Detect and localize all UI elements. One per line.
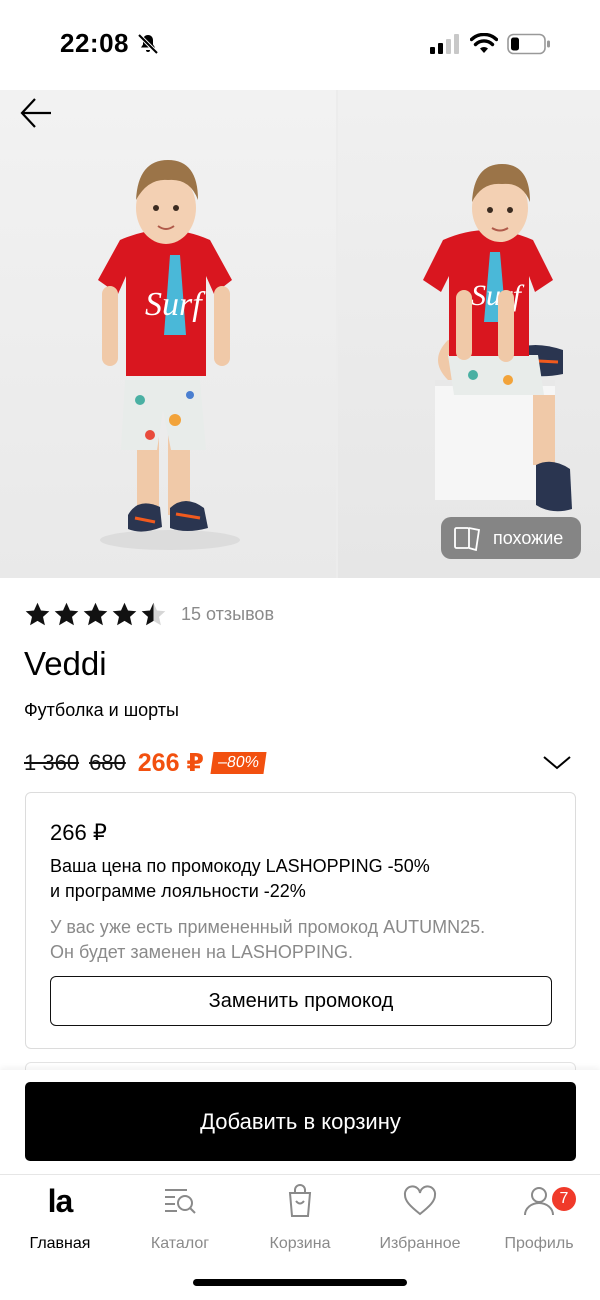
nav-catalog-label: Каталог — [150, 1235, 210, 1252]
similar-cards-icon — [454, 527, 481, 551]
shopping-bag-icon — [288, 1184, 312, 1217]
home-indicator — [193, 1279, 407, 1286]
heart-icon — [403, 1185, 437, 1216]
catalog-search-icon — [165, 1189, 196, 1214]
wifi-icon — [470, 33, 498, 53]
nav-home[interactable]: la Главная — [5, 1183, 115, 1253]
add-to-cart-bar: Добавить в корзину — [0, 1070, 600, 1174]
product-gallery[interactable]: Surf Surf — [0, 90, 600, 578]
promo-note: У вас уже есть примененный промокод AUTU… — [50, 915, 550, 965]
child-sitting-illustration: Surf — [423, 164, 572, 512]
reviews-count[interactable]: 15 отзывов — [181, 604, 274, 625]
bell-off-icon — [137, 33, 159, 55]
star-full-icon — [54, 602, 79, 626]
promo-description-line: и программе лояльности -22% — [50, 881, 306, 901]
product-photo-1[interactable]: Surf — [0, 90, 336, 578]
nav-home-label: Главная — [29, 1235, 91, 1252]
promo-card: 266 ₽ Ваша цена по промокоду LASHOPPING … — [25, 792, 576, 1049]
promo-description: Ваша цена по промокоду LASHOPPING -50% и… — [50, 854, 550, 904]
back-arrow-icon[interactable] — [18, 96, 54, 130]
child-standing-illustration: Surf — [98, 160, 240, 550]
current-price: 266 ₽ — [137, 749, 204, 777]
nav-cart[interactable]: Корзина — [245, 1183, 355, 1253]
star-full-icon — [83, 602, 108, 626]
nav-profile[interactable]: 7 Профиль — [484, 1183, 594, 1253]
replace-promocode-button[interactable]: Заменить промокод — [50, 976, 552, 1026]
star-full-icon — [25, 602, 50, 626]
svg-text:Surf: Surf — [145, 286, 206, 323]
product-title: Футболка и шорты — [24, 700, 179, 720]
la-logo-icon: la — [47, 1183, 74, 1219]
svg-text:Surf: Surf — [471, 279, 525, 312]
nav-favorites[interactable]: Избранное — [365, 1183, 475, 1253]
promo-price: 266 ₽ — [50, 820, 107, 845]
similar-button[interactable]: похожие — [441, 517, 581, 559]
cellular-signal-icon — [430, 34, 459, 54]
price-row: 1 360 680 266 ₽ –80% — [24, 748, 576, 778]
rating-stars — [24, 601, 167, 628]
status-bar: 22:08 — [0, 0, 600, 90]
promo-note-line: Он будет заменен на LASHOPPING. — [50, 942, 353, 962]
nav-favorites-label: Избранное — [379, 1235, 461, 1252]
add-to-cart-button[interactable]: Добавить в корзину — [25, 1082, 576, 1161]
original-price: 1 360 — [24, 750, 80, 775]
rating-row[interactable]: 15 отзывов — [24, 601, 274, 628]
discount-badge: –80% — [210, 752, 267, 774]
chevron-down-icon[interactable] — [542, 752, 572, 772]
promo-note-line: У вас уже есть примененный промокод AUTU… — [50, 917, 486, 937]
profile-notification-badge: 7 — [550, 1185, 578, 1213]
star-half-icon — [141, 602, 166, 626]
star-full-icon — [112, 602, 137, 626]
brand-name[interactable]: Veddi — [24, 645, 107, 683]
promo-description-line: Ваша цена по промокоду LASHOPPING -50% — [50, 856, 430, 876]
status-time: 22:08 — [60, 28, 129, 58]
similar-label: похожие — [493, 527, 564, 548]
nav-profile-label: Профиль — [504, 1235, 574, 1252]
nav-catalog[interactable]: Каталог — [125, 1183, 235, 1253]
product-photo-2[interactable]: Surf — [338, 90, 600, 578]
battery-icon — [507, 33, 550, 55]
nav-cart-label: Корзина — [269, 1235, 331, 1252]
previous-price: 680 — [89, 750, 126, 775]
